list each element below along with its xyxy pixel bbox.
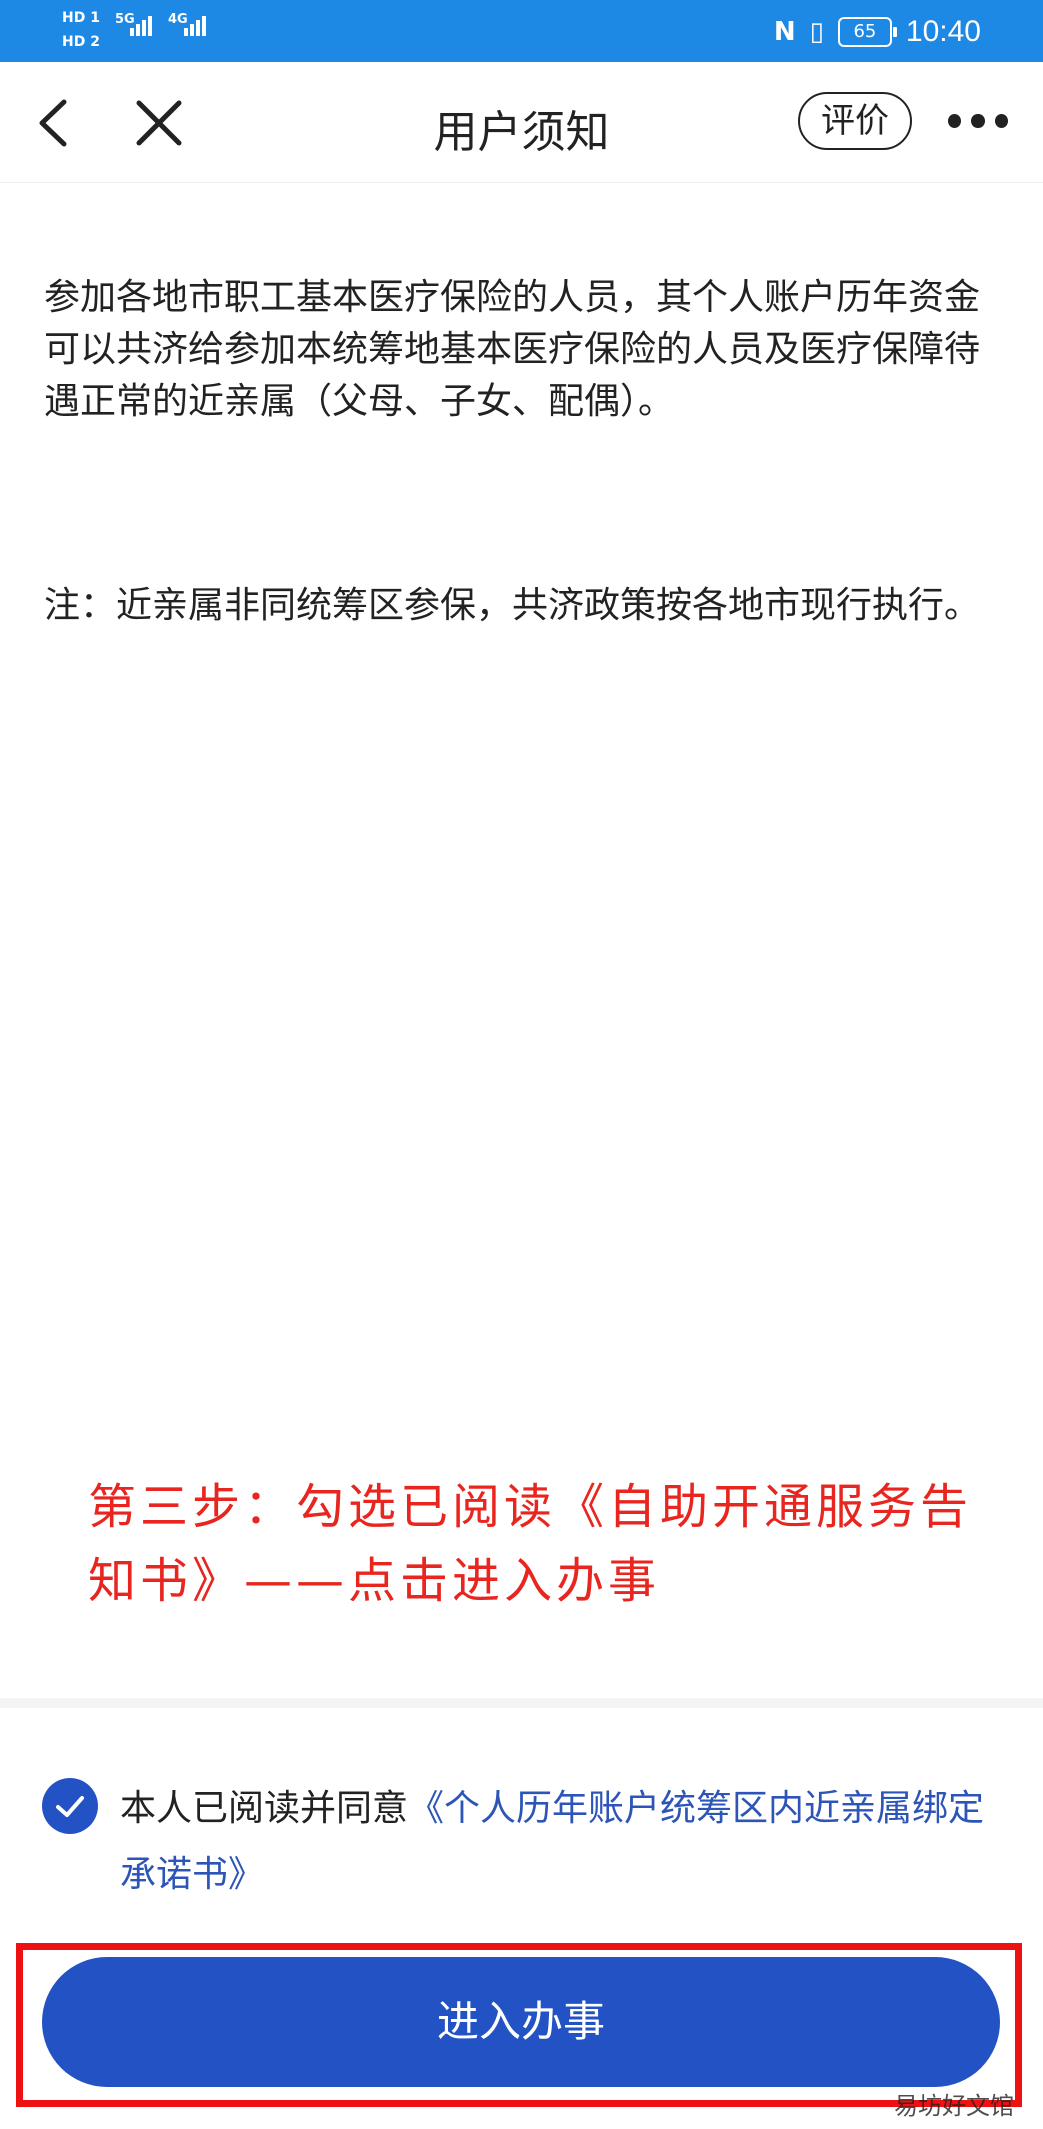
tutorial-annotation: 第三步：勾选已阅读《自助开通服务告知书》——点击进入办事 [88,1479,973,1609]
agree-checkbox[interactable] [42,1778,98,1834]
clock: 10:40 [905,15,981,48]
agreement-text: 本人已阅读并同意《个人历年账户统筹区内近亲属绑定承诺书》 [120,1776,1020,1908]
nfc-icon: N [773,17,796,47]
status-bar: HD 1 HD 2 5G 4G N ▯ 65 10:40 [0,0,1043,62]
nav-bar: 用户须知 评价 [0,62,1043,183]
check-icon [56,1796,84,1817]
signal-icon-2 [184,16,208,36]
agreement-prefix: 本人已阅读并同意 [120,1788,409,1829]
enter-service-button[interactable]: 进入办事 [42,1957,1000,2087]
notice-paragraph: 参加各地市职工基本医疗保险的人员，其个人账户历年资金可以共济给参加本统筹地基本医… [44,277,981,422]
rate-button[interactable]: 评价 [798,92,912,150]
sim-indicators: HD 1 HD 2 [62,6,100,54]
sim2-hd-label: HD 2 [62,34,100,50]
vibrate-icon: ▯ [809,17,824,47]
section-divider [0,1698,1043,1708]
more-icon[interactable] [948,114,1008,130]
signal-icon [130,16,154,36]
sim1-hd-label: HD 1 [62,10,100,26]
battery-icon: 65 [837,17,897,47]
notice-note: 注：近亲属非同统筹区参保，共济政策按各地市现行执行。 [44,585,981,626]
watermark: 易坊好文馆 [894,2092,1014,2120]
status-right: N ▯ 65 10:40 [774,12,981,52]
